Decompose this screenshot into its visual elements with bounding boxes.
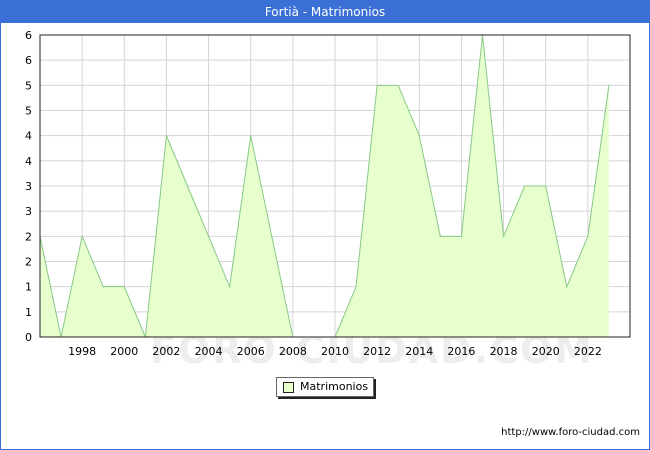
data-point	[229, 286, 231, 288]
legend-swatch	[283, 382, 294, 393]
data-point	[81, 235, 83, 237]
data-point	[186, 185, 189, 187]
y-tick-label: 5	[25, 105, 32, 118]
y-tick-label: 2	[25, 230, 32, 243]
x-tick-label: 2006	[237, 345, 265, 358]
data-point	[587, 235, 589, 237]
y-tick-label: 5	[25, 79, 32, 92]
data-point	[165, 135, 168, 137]
data-point	[123, 286, 125, 288]
y-tick-label: 2	[25, 256, 32, 269]
data-point	[271, 235, 273, 237]
y-tick-label: 3	[25, 180, 32, 193]
x-tick-label: 1998	[68, 345, 96, 358]
x-tick-label: 2012	[363, 345, 391, 358]
legend: Matrimonios	[276, 377, 374, 397]
x-tick-label: 2018	[490, 345, 518, 358]
y-tick-label: 1	[25, 306, 32, 319]
x-tick-label: 2022	[574, 345, 602, 358]
y-tick-label: 3	[25, 205, 32, 218]
x-tick-label: 2016	[447, 345, 475, 358]
data-point	[376, 84, 378, 86]
x-tick-label: 2010	[321, 345, 349, 358]
data-point	[250, 135, 252, 137]
data-point	[439, 235, 441, 237]
data-point	[502, 235, 505, 237]
x-tick-label: 2014	[405, 345, 433, 358]
data-point	[608, 84, 610, 86]
x-tick-label: 2008	[279, 345, 307, 358]
data-point	[207, 235, 210, 237]
x-tick-label: 2002	[152, 345, 180, 358]
source-link[interactable]: http://www.foro-ciudad.com	[501, 427, 640, 438]
data-point	[397, 84, 399, 86]
data-point	[418, 135, 420, 137]
x-tick-label: 2020	[532, 345, 560, 358]
data-point	[102, 286, 104, 288]
x-tick-label: 2000	[110, 345, 138, 358]
data-point	[355, 286, 357, 288]
y-tick-label: 4	[25, 130, 32, 143]
data-point	[524, 185, 526, 187]
y-tick-label: 6	[25, 29, 32, 42]
data-point	[545, 185, 547, 187]
data-point	[566, 286, 568, 288]
legend-label: Matrimonios	[300, 380, 369, 393]
y-tick-label: 4	[25, 155, 32, 168]
x-tick-label: 2004	[195, 345, 223, 358]
y-tick-label: 1	[25, 281, 32, 294]
data-point	[460, 235, 463, 237]
y-tick-label: 6	[25, 54, 32, 67]
y-tick-label: 0	[25, 331, 32, 344]
